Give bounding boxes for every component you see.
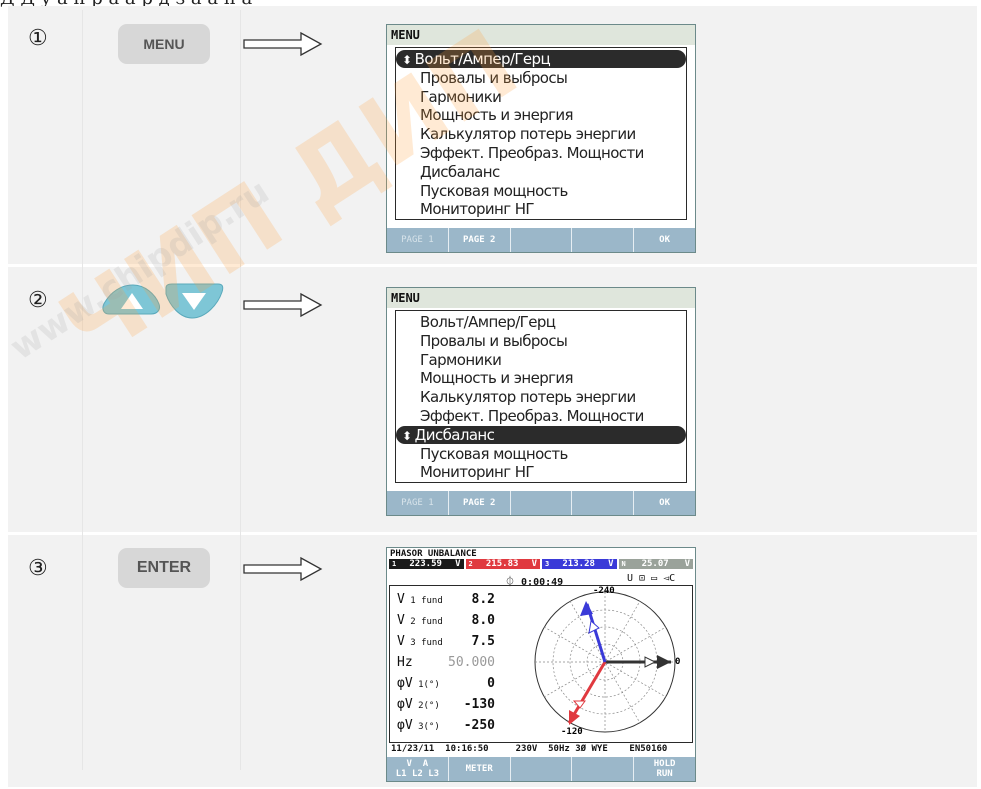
label-top: -240 — [593, 586, 615, 596]
menu-item[interactable]: ⬍ Дисбаланс — [396, 425, 686, 444]
menu-item[interactable]: Дисбаланс — [396, 163, 686, 181]
softkey-1[interactable]: PAGE 1 — [387, 491, 449, 515]
phasor-diagram — [534, 591, 676, 733]
row-label: V 1 fund — [397, 592, 443, 607]
menu-screen-1: MENU ⬍ Вольт/Ампер/Герц Провалы и выбросы… — [386, 24, 696, 253]
row-value: 8.2 — [471, 592, 495, 607]
softkey-3[interactable] — [511, 491, 573, 515]
menu-item[interactable]: Калькулятор потерь энергии — [396, 388, 686, 406]
row-value: 8.0 — [471, 613, 495, 628]
updown-icon: ⬍ — [402, 53, 415, 67]
row-value: -250 — [463, 718, 495, 733]
row-value: 7.5 — [471, 634, 495, 649]
row-label: φV 2(°) — [397, 697, 440, 712]
softkey-4[interactable] — [572, 491, 635, 515]
softkey-1[interactable]: V A L1 L2 L3 — [387, 757, 449, 781]
status-icons: U ⊡ ▭ ◅C — [627, 573, 676, 584]
menu-list: Вольт/Ампер/Герц Провалы и выбросы Гармони… — [395, 310, 687, 483]
channel-1: 1 223.59 V — [389, 559, 464, 569]
channel-2: 2 215.83 V — [465, 559, 540, 569]
menu-item[interactable]: Провалы и выбросы — [396, 69, 686, 87]
label-bottom: -120 — [561, 727, 583, 737]
label-right: 0 — [675, 657, 681, 667]
row-label: V 2 fund — [397, 613, 443, 628]
menu-item[interactable]: Мониторинг НГ — [396, 200, 686, 218]
softkey-3[interactable] — [511, 228, 573, 252]
arrow-right-icon — [243, 292, 323, 318]
updown-icon: ⬍ — [402, 428, 415, 443]
softkey-2[interactable]: METER — [449, 757, 511, 781]
down-arrow-button[interactable] — [162, 282, 226, 322]
menu-item[interactable]: Эффект. Преобраз. Мощности — [396, 407, 686, 425]
menu-item[interactable]: Эффект. Преобраз. Мощности — [396, 144, 686, 162]
step-number-3: ③ — [28, 556, 48, 581]
menu-item[interactable]: Мощность и энергия — [396, 106, 686, 124]
arrow-right-icon — [243, 556, 323, 582]
row-label: φV 3(°) — [397, 718, 440, 733]
softkey-5[interactable]: OK — [634, 491, 695, 515]
softkey-5[interactable]: OK — [634, 228, 695, 252]
function-keys: V A L1 L2 L3 METER HOLD RUN — [387, 757, 695, 781]
row-value: -130 — [463, 697, 495, 712]
softkey-5[interactable]: HOLD RUN — [634, 757, 695, 781]
menu-screen-2: MENU Вольт/Ампер/Герц Провалы и выбросы Га… — [386, 287, 696, 516]
function-keys: PAGE 1 PAGE 2 OK — [387, 228, 695, 252]
row-value: 50.000 — [448, 655, 495, 670]
status-footer: 11/23/11 10:16:50 230V 50Hz 3Ø WYE EN501… — [391, 744, 668, 754]
menu-item[interactable]: Гармоники — [396, 351, 686, 369]
step-number-2: ② — [28, 288, 48, 313]
menu-item[interactable]: Калькулятор потерь энергии — [396, 125, 686, 143]
row-label: V 3 fund — [397, 634, 443, 649]
menu-item[interactable]: Провалы и выбросы — [396, 332, 686, 350]
function-keys: PAGE 1 PAGE 2 OK — [387, 491, 695, 515]
menu-list: ⬍ Вольт/Ампер/Герц Провалы и выбросы Гармо… — [395, 47, 687, 220]
softkey-2[interactable]: PAGE 2 — [449, 228, 511, 252]
channel-N: N 25.07 V — [618, 559, 693, 569]
menu-item[interactable]: Гармоники — [396, 88, 686, 106]
menu-item[interactable]: ⬍ Вольт/Ампер/Герц — [396, 50, 686, 68]
up-arrow-button[interactable] — [99, 282, 163, 322]
menu-item[interactable]: Вольт/Ампер/Герц — [396, 313, 686, 331]
menu-item[interactable]: Пусковая мощность — [396, 182, 686, 200]
row-label: φV 1(°) — [397, 676, 440, 691]
channel-3: 3 213.28 V — [542, 559, 617, 569]
softkey-4[interactable] — [572, 757, 635, 781]
row-value: 0 — [487, 676, 495, 691]
phasor-title: PHASOR UNBALANCE — [390, 549, 477, 559]
phasor-screen: PHASOR UNBALANCE 1 223.59 V 2 215.83 V 3 213.28… — [386, 547, 696, 782]
channel-bar: 1 223.59 V 2 215.83 V 3 213.28 V N 25.07 V — [389, 559, 693, 569]
softkey-1[interactable]: PAGE 1 — [387, 228, 449, 252]
softkey-2[interactable]: PAGE 2 — [449, 491, 511, 515]
softkey-3[interactable] — [511, 757, 573, 781]
menu-item[interactable]: Мощность и энергия — [396, 369, 686, 387]
menu-button[interactable]: MENU — [118, 24, 210, 64]
menu-title: MENU — [387, 288, 695, 308]
menu-item[interactable]: Мониторинг НГ — [396, 463, 686, 481]
enter-button[interactable]: ENTER — [118, 548, 210, 588]
arrow-right-icon — [243, 31, 323, 57]
menu-title: MENU — [387, 25, 695, 45]
row-label: Hz — [397, 655, 413, 670]
menu-item[interactable]: Пусковая мощность — [396, 445, 686, 463]
softkey-4[interactable] — [572, 228, 635, 252]
step-number-1: ① — [28, 26, 48, 51]
